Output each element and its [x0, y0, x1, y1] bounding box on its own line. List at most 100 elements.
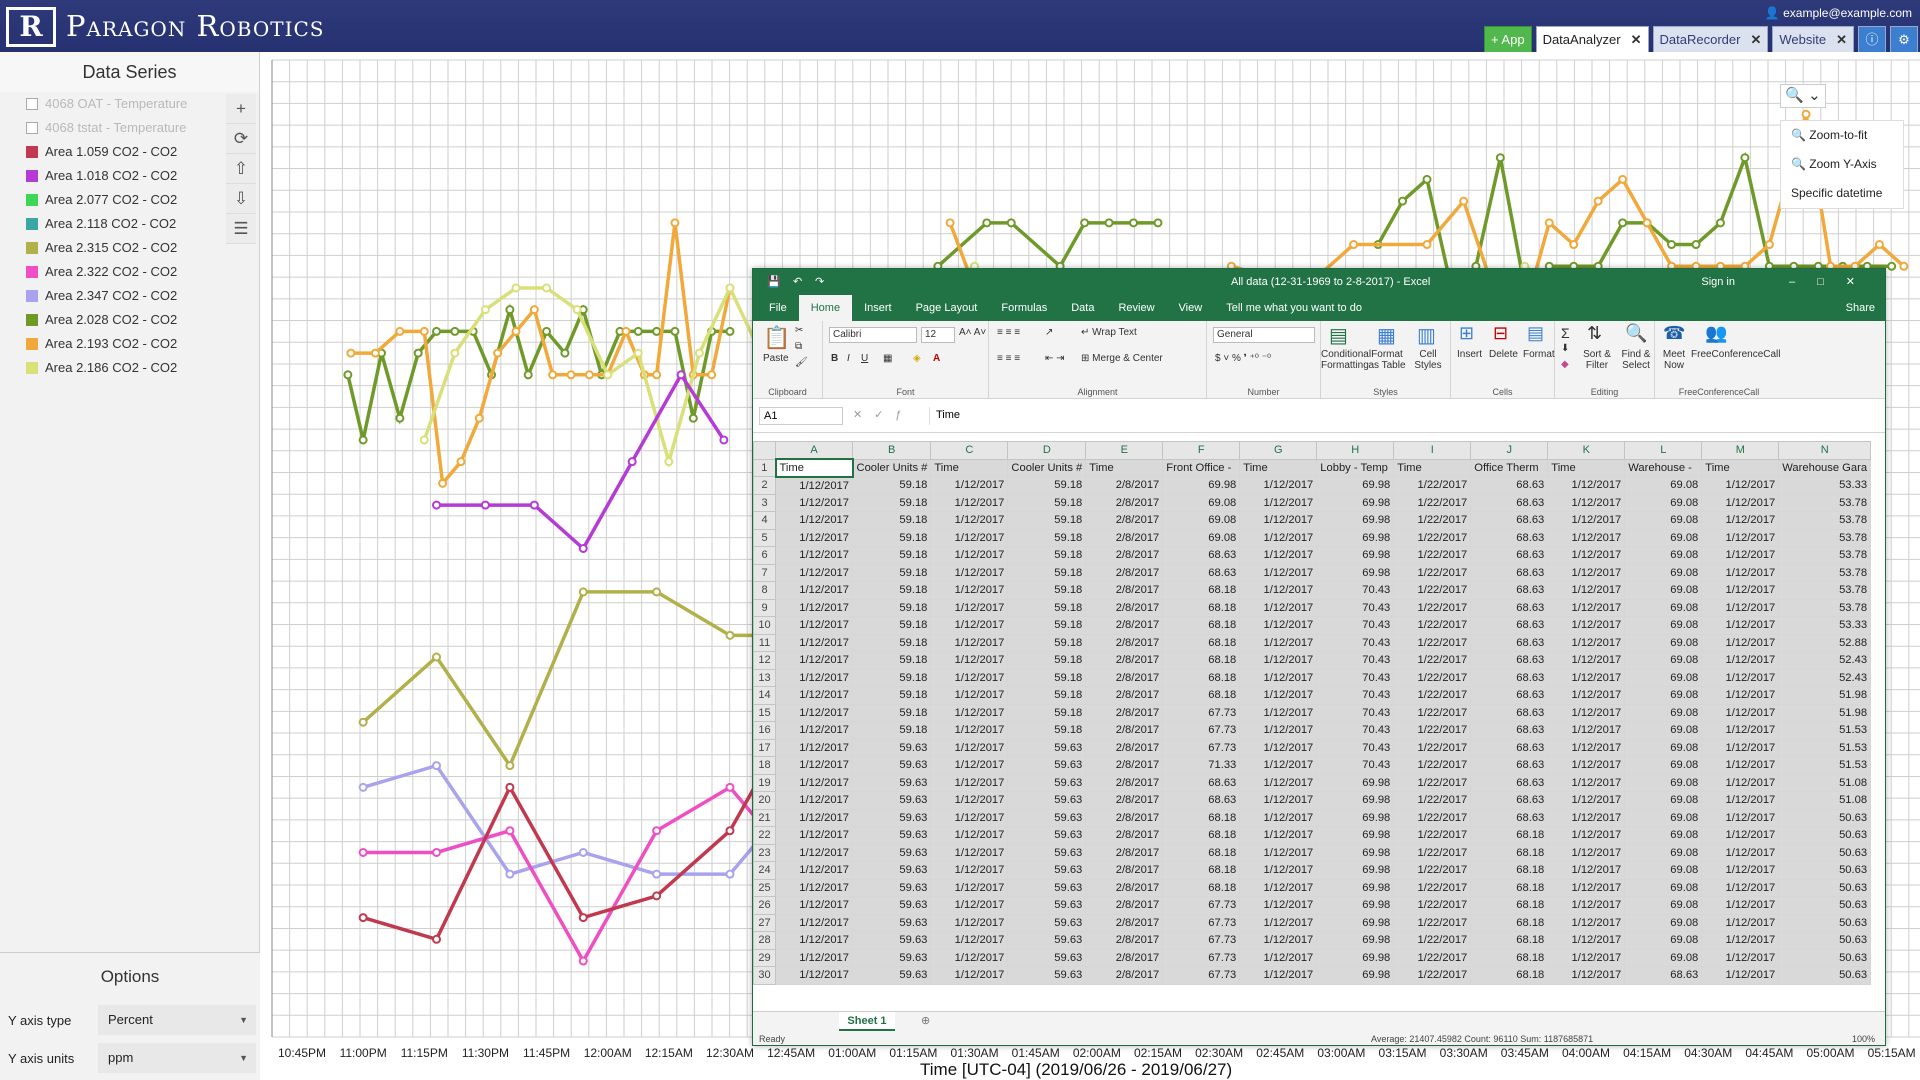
cell[interactable]: 1/12/2017	[930, 493, 1009, 512]
cell[interactable]: 1/12/2017	[930, 931, 1009, 950]
cell[interactable]: 1/12/2017	[1547, 668, 1626, 687]
cell[interactable]: 71.33	[1162, 756, 1241, 775]
data-point[interactable]	[343, 370, 353, 380]
cell[interactable]: 1/12/2017	[1239, 581, 1318, 600]
cell[interactable]: 1/12/2017	[1701, 528, 1780, 547]
cell[interactable]: 69.08	[1624, 808, 1703, 827]
row-header[interactable]: 2	[753, 476, 776, 495]
data-point[interactable]	[1104, 218, 1114, 228]
cell[interactable]: 59.63	[1007, 878, 1087, 897]
cell[interactable]: 68.18	[1162, 843, 1241, 862]
data-point[interactable]	[725, 782, 735, 792]
cell[interactable]: 69.98	[1316, 493, 1395, 512]
cell[interactable]: 1/12/2017	[775, 581, 853, 600]
cell[interactable]: 1/12/2017	[930, 633, 1009, 652]
tab-website[interactable]: Website ✕	[1772, 26, 1854, 52]
data-point[interactable]	[419, 326, 429, 336]
data-point[interactable]	[652, 891, 662, 901]
data-point[interactable]	[1764, 240, 1774, 250]
cell[interactable]: 1/12/2017	[1547, 686, 1626, 705]
cell[interactable]: 1/12/2017	[775, 528, 853, 547]
cell[interactable]: 59.63	[851, 738, 932, 757]
series-swatch[interactable]	[26, 314, 38, 326]
indent-icon[interactable]: ⇤ ⇥	[1045, 353, 1065, 364]
data-point[interactable]	[358, 847, 368, 857]
data-point[interactable]	[542, 283, 552, 293]
data-point[interactable]	[358, 717, 368, 727]
data-point[interactable]	[1667, 240, 1677, 250]
series-item[interactable]: Area 2.193 CO2 - CO2	[0, 332, 224, 356]
meet-now-button[interactable]: Meet Now	[1659, 349, 1689, 371]
series-swatch[interactable]	[26, 194, 38, 206]
data-point[interactable]	[688, 413, 698, 423]
cell[interactable]: 69.08	[1624, 633, 1703, 652]
cell[interactable]: 1/12/2017	[1547, 756, 1626, 775]
delete-button[interactable]: Delete	[1489, 349, 1518, 360]
data-point[interactable]	[450, 348, 460, 358]
header-cell[interactable]: Warehouse -	[1624, 458, 1703, 477]
cell[interactable]: 1/12/2017	[930, 703, 1009, 722]
cell[interactable]: 68.63	[1162, 773, 1241, 792]
formula-input[interactable]: Time	[929, 407, 1879, 425]
cell[interactable]: 1/12/2017	[1701, 633, 1780, 652]
data-point[interactable]	[438, 478, 448, 488]
cell[interactable]: 1/12/2017	[1701, 913, 1780, 932]
cell[interactable]: 69.08	[1624, 651, 1703, 670]
cell[interactable]: 1/12/2017	[930, 546, 1009, 565]
cell[interactable]: 59.63	[851, 948, 932, 967]
cell[interactable]: 2/8/2017	[1085, 493, 1164, 512]
series-item[interactable]: Area 2.028 CO2 - CO2	[0, 308, 224, 332]
cell[interactable]: 1/22/2017	[1393, 546, 1472, 565]
cell[interactable]: 70.43	[1316, 668, 1395, 687]
autosum-icon[interactable]: Σ	[1561, 325, 1570, 341]
data-point[interactable]	[578, 913, 588, 923]
cell[interactable]: 2/8/2017	[1085, 633, 1164, 652]
cell[interactable]: 1/12/2017	[930, 738, 1009, 757]
cell[interactable]: 59.18	[1007, 546, 1087, 565]
cell[interactable]: 1/22/2017	[1393, 633, 1472, 652]
function-icon[interactable]: ✕✓ƒ	[853, 408, 914, 421]
cell[interactable]: 69.08	[1624, 598, 1703, 617]
data-point[interactable]	[676, 370, 686, 380]
find-select-button[interactable]: Find & Select	[1617, 349, 1655, 371]
data-point[interactable]	[1618, 218, 1628, 228]
cell[interactable]: 1/12/2017	[1701, 563, 1780, 582]
row-header[interactable]: 11	[753, 633, 776, 652]
cell[interactable]: 59.63	[1007, 808, 1087, 827]
borders-icon[interactable]: ▦	[883, 353, 892, 364]
data-point[interactable]	[474, 413, 484, 423]
data-point[interactable]	[505, 826, 515, 836]
cell[interactable]: 1/12/2017	[1701, 843, 1780, 862]
data-point[interactable]	[578, 544, 588, 553]
cell[interactable]: 53.33	[1778, 616, 1872, 635]
row-header[interactable]: 15	[753, 703, 776, 722]
cell[interactable]: 59.63	[1007, 756, 1087, 775]
data-point[interactable]	[1422, 240, 1432, 250]
cell[interactable]: 2/8/2017	[1085, 616, 1164, 635]
cell[interactable]: 1/12/2017	[775, 511, 853, 530]
row-header[interactable]: 7	[753, 563, 776, 582]
cell[interactable]: 1/12/2017	[1239, 633, 1318, 652]
cell[interactable]: 59.63	[1007, 791, 1087, 810]
cell[interactable]: 1/12/2017	[1239, 913, 1318, 932]
cell[interactable]: 1/12/2017	[1701, 948, 1780, 967]
cell[interactable]: 68.18	[1162, 633, 1241, 652]
data-point[interactable]	[982, 218, 992, 228]
row-header[interactable]: 8	[753, 581, 776, 600]
cell[interactable]: 1/12/2017	[1239, 826, 1318, 845]
data-point[interactable]	[358, 435, 368, 445]
cell[interactable]: 52.88	[1778, 633, 1872, 652]
cell[interactable]: 1/12/2017	[775, 633, 853, 652]
cell[interactable]: 68.63	[1470, 738, 1549, 757]
row-header[interactable]: 4	[753, 511, 776, 530]
cell[interactable]: 1/12/2017	[1701, 966, 1780, 985]
data-point[interactable]	[725, 283, 735, 293]
cell[interactable]: 1/12/2017	[1239, 703, 1318, 722]
row-header[interactable]: 23	[753, 843, 776, 862]
data-point[interactable]	[652, 869, 662, 879]
cell[interactable]: 1/12/2017	[1547, 563, 1626, 582]
cell[interactable]: 69.98	[1316, 791, 1395, 810]
column-header[interactable]: E	[1085, 441, 1164, 460]
cell[interactable]: 59.18	[851, 528, 932, 547]
freeconferencecall-button[interactable]: FreeConferenceCall	[1691, 349, 1781, 360]
